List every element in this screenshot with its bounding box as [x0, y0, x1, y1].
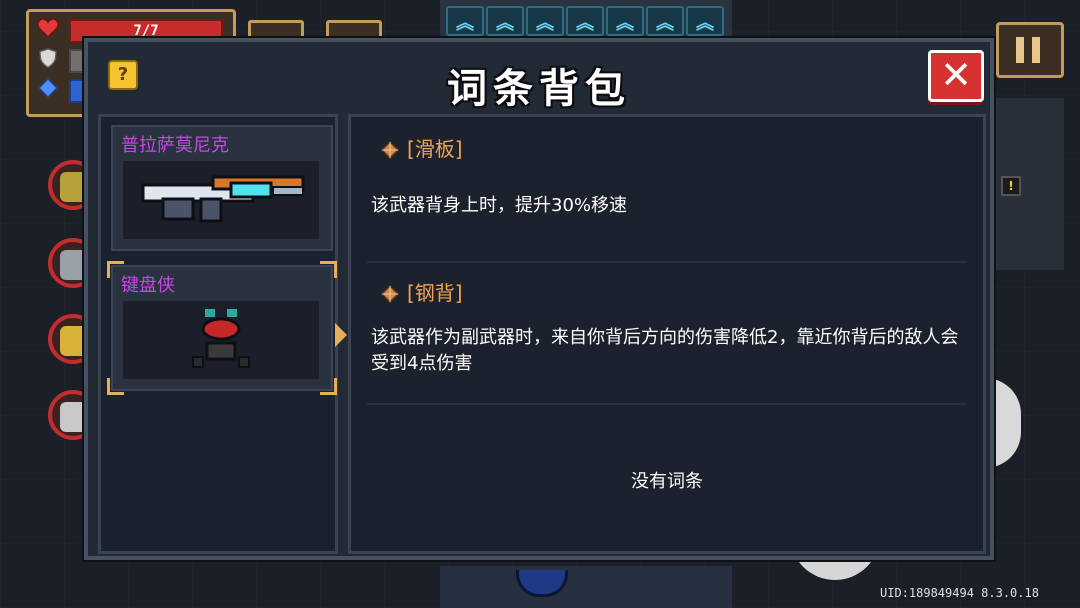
dialog-title: 词条背包 — [447, 66, 631, 112]
bronze-gem-icon — [381, 141, 399, 159]
selection-corner — [320, 378, 337, 395]
weapon-name: 键盘侠 — [121, 275, 175, 296]
gate-arrow-tile — [526, 6, 564, 36]
divider — [367, 261, 967, 263]
close-button[interactable]: ✕ — [928, 50, 984, 102]
selection-arrow-icon — [335, 323, 347, 347]
gate-arrow-tile — [686, 6, 724, 36]
affix-description: 该武器作为副武器时，来自你背后方向的伤害降低2，靠近你背后的敌人会受到4点伤害 — [371, 327, 959, 374]
weapon-name: 普拉萨莫尼克 — [121, 135, 229, 156]
affix-description: 该武器背身上时，提升30%移速 — [371, 195, 628, 216]
uid-version-label: UID:189849494 8.3.0.18 — [880, 586, 1039, 600]
affix-detail-panel: [滑板] 该武器背身上时，提升30%移速 [钢背] 该武器作为副武器时，来自你背… — [348, 114, 986, 554]
weapon-image — [123, 161, 319, 239]
dungeon-wall-bottom — [440, 566, 732, 608]
affix-title: [滑板] — [381, 133, 463, 162]
divider — [367, 403, 967, 405]
affix-title-text: [钢背] — [407, 281, 463, 305]
gate-arrow-tile — [646, 6, 684, 36]
weapon-card-keyboard-warrior[interactable]: 键盘侠 — [107, 261, 337, 395]
affix-title-text: [滑板] — [407, 137, 463, 161]
shield-icon — [39, 48, 57, 68]
selection-corner — [107, 378, 124, 395]
weapon-image — [123, 301, 319, 379]
pause-icon — [1016, 37, 1024, 63]
alert-icon: ! — [1001, 176, 1021, 196]
bronze-gem-icon — [381, 285, 399, 303]
gate-arrow-tile — [446, 6, 484, 36]
keyboard-warrior-icon — [192, 309, 250, 368]
dungeon-wall-top — [440, 0, 732, 43]
gate-arrow-tile — [606, 6, 644, 36]
gate-arrow-tile — [566, 6, 604, 36]
selection-corner — [320, 261, 337, 278]
pause-button[interactable] — [996, 22, 1064, 78]
pause-icon — [1032, 37, 1040, 63]
affix-title: [钢背] — [381, 277, 463, 306]
weapon-list: 普拉萨莫尼克 键盘侠 — [98, 114, 338, 554]
empty-affix-text: 没有词条 — [631, 471, 703, 492]
energy-crystal-icon — [37, 78, 59, 98]
gate-arrow-tile — [486, 6, 524, 36]
affix-backpack-dialog: ? 词条背包 ✕ 普拉萨莫尼克 键盘侠 [滑板] 该武器背身上时，提升30%移速… — [84, 38, 994, 560]
plasma-rifle-icon — [141, 175, 305, 223]
heart-icon — [37, 18, 59, 38]
selection-corner — [107, 261, 124, 278]
weapon-card-plasma[interactable]: 普拉萨莫尼克 — [111, 125, 333, 251]
